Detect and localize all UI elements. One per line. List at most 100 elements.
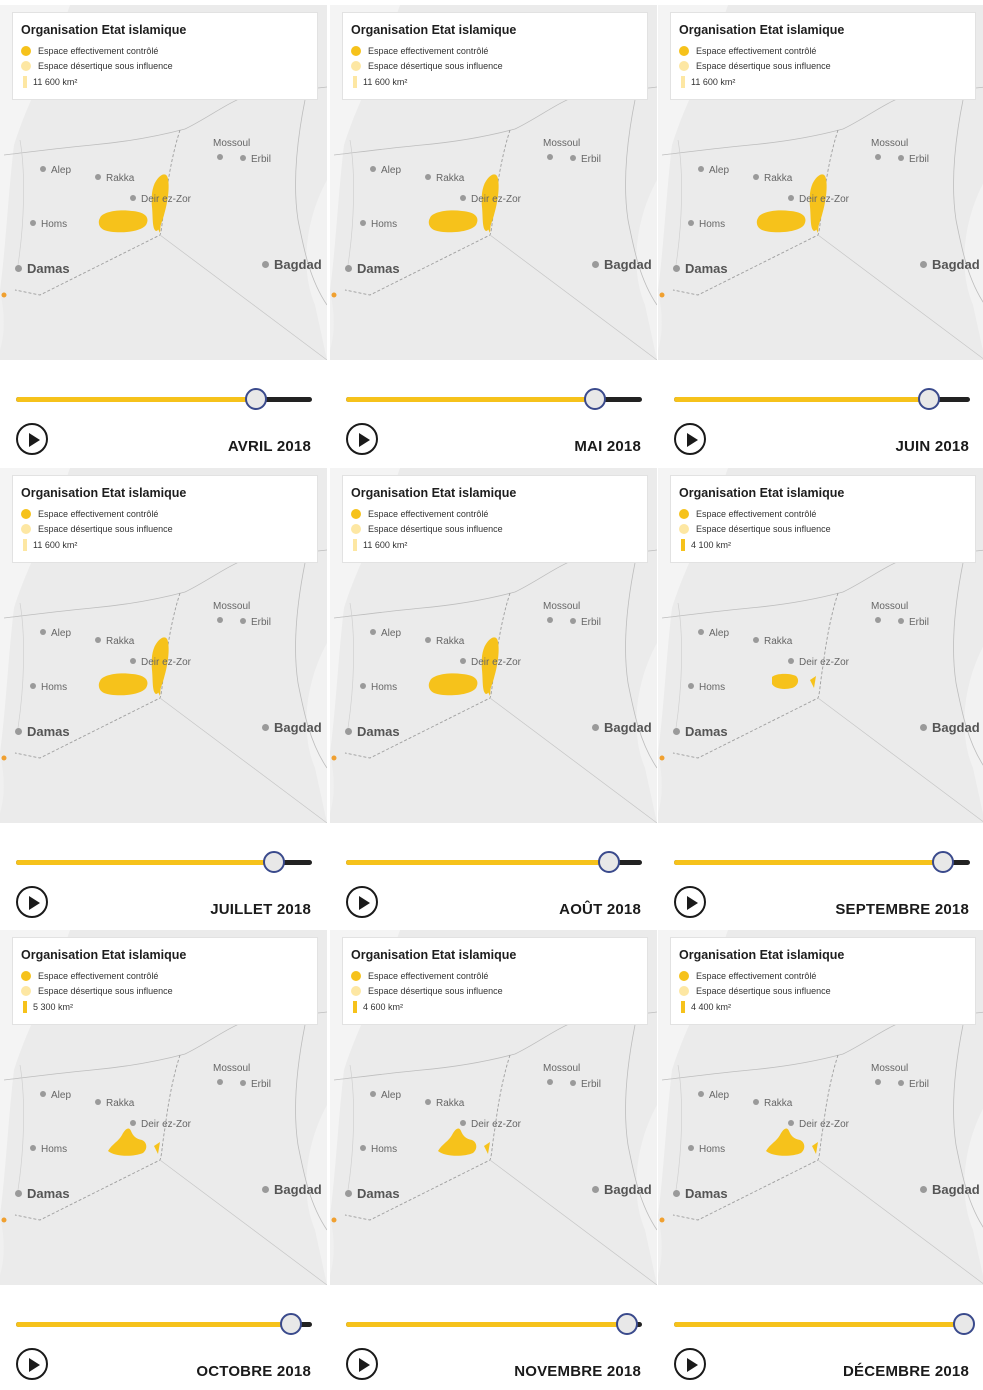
legend-label-influence: Espace désertique sous influence: [38, 986, 173, 996]
city-label-erbil: Erbil: [240, 154, 271, 165]
play-button[interactable]: [346, 886, 378, 918]
city-label-bagdad: Bagdad: [262, 1182, 322, 1197]
city-marker-icon: [753, 637, 759, 643]
city-marker-icon: [788, 658, 794, 664]
timeline-slider[interactable]: [346, 1310, 642, 1340]
legend-row-controlled: Espace effectivement contrôlé: [679, 46, 816, 56]
city-marker-icon: [688, 1145, 694, 1151]
city-marker-icon: [688, 683, 694, 689]
area-value: 11 600 km²: [363, 77, 408, 87]
city-name: Mossoul: [213, 601, 251, 612]
legend-row-influence: Espace désertique sous influence: [679, 524, 831, 534]
legend-box: Organisation Etat islamique Espace effect…: [670, 475, 976, 563]
timeline-slider[interactable]: [346, 385, 642, 415]
city-marker-icon: [262, 724, 269, 731]
timeline-slider[interactable]: [16, 1310, 312, 1340]
timeline-slider[interactable]: [16, 848, 312, 878]
timeline-slider[interactable]: [674, 848, 970, 878]
play-button[interactable]: [674, 423, 706, 455]
city-name: Damas: [685, 724, 728, 739]
controlled-swatch-icon: [351, 971, 361, 981]
city-name: Alep: [381, 628, 402, 639]
city-marker-icon: [130, 195, 136, 201]
map-grid: Alep Rakka Mossoul Erbil Deir ez-Zor Homs Dama…: [0, 0, 983, 1390]
month-panel: Alep Rakka Mossoul Erbil Deir ez-Zor Homs Dama…: [658, 468, 983, 928]
slider-thumb[interactable]: [917, 388, 940, 410]
play-button[interactable]: [346, 1348, 378, 1380]
legend-row-controlled: Espace effectivement contrôlé: [21, 971, 158, 981]
slider-thumb[interactable]: [280, 1313, 303, 1335]
city-label-alep: Alep: [370, 1090, 401, 1101]
coastal-marker: [659, 292, 665, 298]
play-button[interactable]: [16, 423, 48, 455]
city-label-damas: Damas: [15, 261, 70, 276]
month-label: DÉCEMBRE 2018: [843, 1363, 969, 1380]
city-marker-icon: [920, 724, 927, 731]
map-area: Alep Rakka Mossoul Erbil Deir ez-Zor Homs Dama…: [658, 930, 983, 1285]
city-name: Mossoul: [543, 1063, 581, 1074]
slider-thumb[interactable]: [262, 851, 285, 873]
play-button[interactable]: [346, 423, 378, 455]
city-name: Erbil: [909, 1079, 930, 1090]
city-marker-icon: [240, 618, 246, 624]
play-button[interactable]: [674, 886, 706, 918]
month-panel: Alep Rakka Mossoul Erbil Deir ez-Zor Homs Dama…: [658, 930, 983, 1390]
southwest-region: [330, 290, 334, 350]
city-name: Bagdad: [604, 1182, 652, 1197]
southwest-region: [330, 1215, 334, 1275]
legend-label-controlled: Espace effectivement contrôlé: [696, 46, 817, 56]
southwest-region: [0, 290, 4, 350]
controlled-zone-desert: [772, 673, 799, 689]
legend-row-influence: Espace désertique sous influence: [21, 524, 173, 534]
timeline-slider[interactable]: [16, 385, 312, 415]
city-name: Deir ez-Zor: [471, 194, 522, 205]
city-marker-icon: [15, 728, 22, 735]
city-marker-icon: [240, 155, 246, 161]
city-marker-icon: [753, 1099, 759, 1105]
city-marker-icon: [875, 617, 881, 623]
city-label-deir: Deir ez-Zor: [460, 194, 521, 205]
legend-area-row: 4 100 km²: [681, 539, 731, 551]
play-button[interactable]: [674, 1348, 706, 1380]
jordan-border: [817, 697, 983, 822]
city-name: Damas: [27, 724, 70, 739]
city-label-erbil: Erbil: [570, 617, 601, 628]
legend-box: Organisation Etat islamique Espace effect…: [670, 937, 976, 1025]
slider-thumb[interactable]: [932, 851, 955, 873]
city-marker-icon: [875, 154, 881, 160]
city-marker-icon: [570, 155, 576, 161]
city-name: Deir ez-Zor: [141, 194, 192, 205]
city-label-homs: Homs: [30, 219, 67, 230]
play-button[interactable]: [16, 886, 48, 918]
city-label-homs: Homs: [688, 219, 725, 230]
city-label-alep: Alep: [698, 165, 729, 176]
city-marker-icon: [217, 617, 223, 623]
timeline-slider[interactable]: [346, 848, 642, 878]
city-label-deir: Deir ez-Zor: [130, 657, 191, 668]
slider-thumb[interactable]: [598, 851, 621, 873]
timeline-slider[interactable]: [674, 1310, 976, 1340]
city-label-alep: Alep: [40, 165, 71, 176]
city-label-deir: Deir ez-Zor: [788, 1119, 849, 1130]
city-marker-icon: [592, 261, 599, 268]
city-marker-icon: [592, 1186, 599, 1193]
legend-row-controlled: Espace effectivement contrôlé: [679, 971, 816, 981]
play-button[interactable]: [16, 1348, 48, 1380]
slider-thumb[interactable]: [244, 388, 267, 410]
controlled-zone-desert: [766, 1128, 805, 1156]
slider-thumb[interactable]: [583, 388, 606, 410]
city-marker-icon: [898, 155, 904, 161]
city-marker-icon: [898, 618, 904, 624]
city-marker-icon: [217, 154, 223, 160]
jordan-border: [489, 1159, 657, 1285]
city-marker-icon: [673, 728, 680, 735]
legend-area-row: 11 600 km²: [23, 76, 77, 88]
slider-thumb[interactable]: [953, 1313, 976, 1335]
city-name: Deir ez-Zor: [799, 1119, 850, 1130]
city-label-bagdad: Bagdad: [262, 257, 322, 272]
city-label-damas: Damas: [345, 261, 400, 276]
city-name: Rakka: [106, 173, 135, 184]
slider-thumb[interactable]: [616, 1313, 639, 1335]
city-label-bagdad: Bagdad: [592, 720, 652, 735]
timeline-slider[interactable]: [674, 385, 970, 415]
